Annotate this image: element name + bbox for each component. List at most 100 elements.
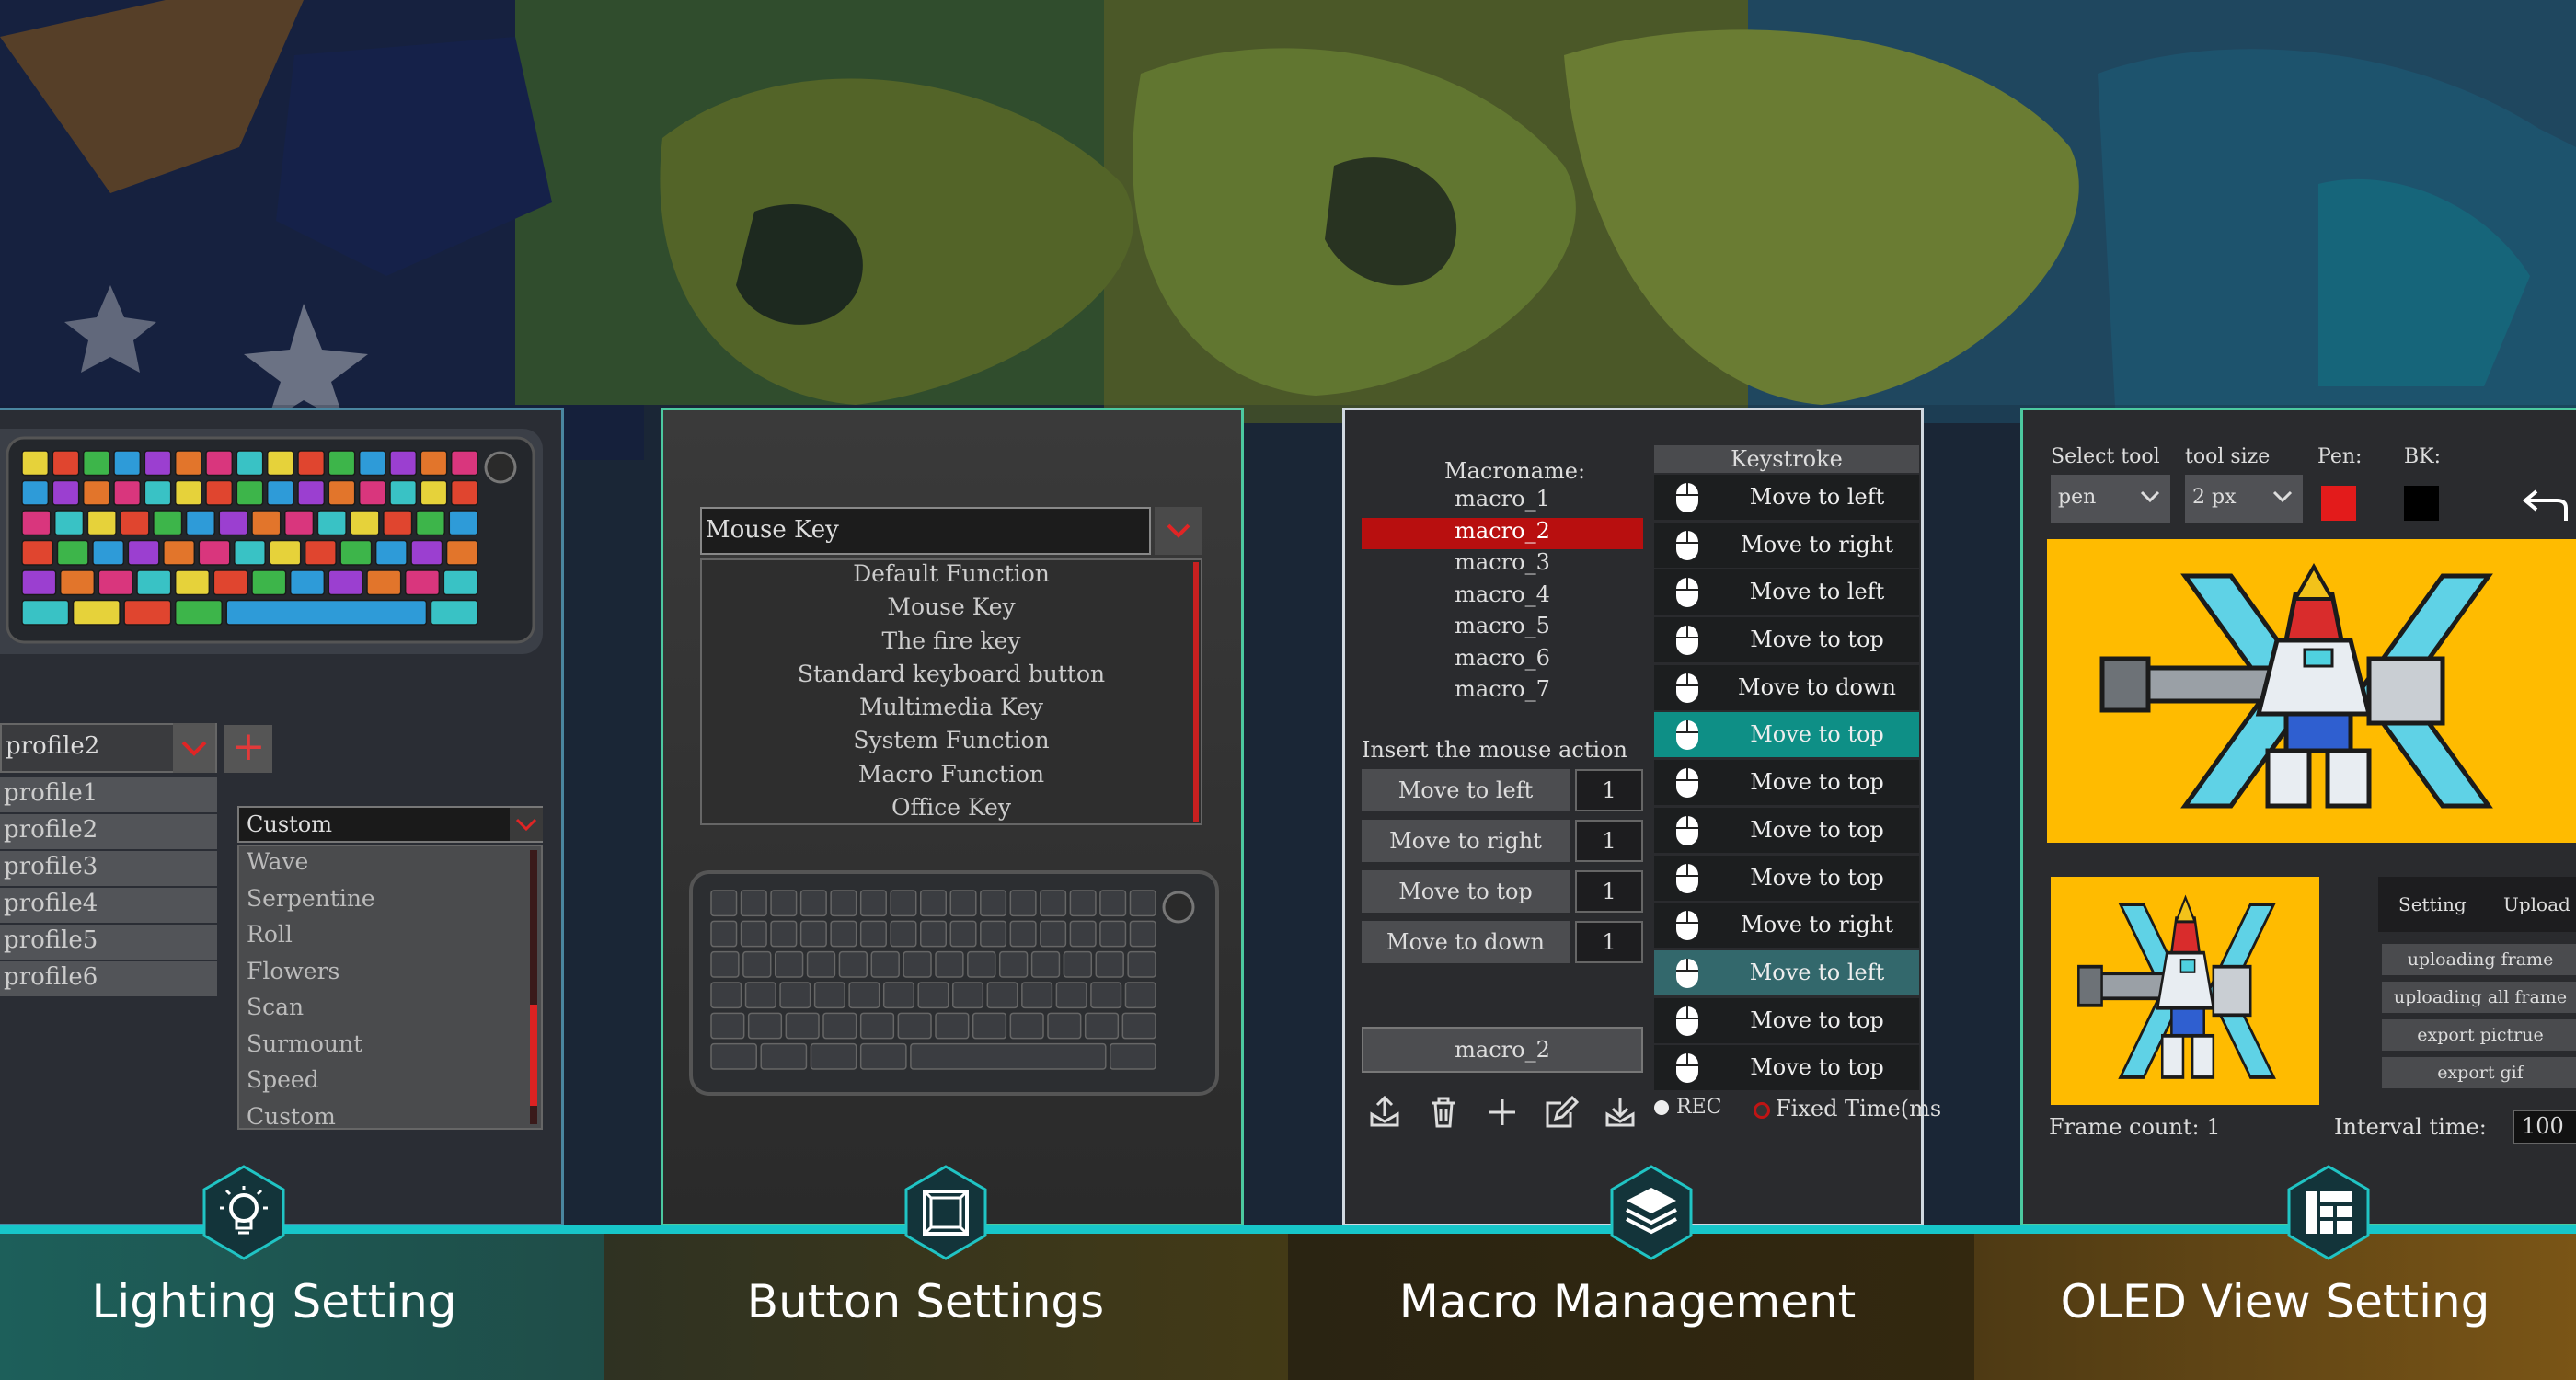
tool-size-select[interactable]: 2 px: [2185, 475, 2303, 523]
keystroke-label: Move to top: [1750, 627, 1884, 653]
keystroke-item[interactable]: Move to left: [1654, 475, 1919, 520]
mouse-action-button[interactable]: Move to down: [1362, 921, 1570, 963]
macro-item-selected[interactable]: macro_2: [1362, 517, 1643, 549]
macro-item[interactable]: macro_6: [1362, 645, 1643, 677]
uploading-all-frame-button[interactable]: uploading all frame: [2382, 982, 2576, 1013]
key-function-item[interactable]: The fire key: [702, 627, 1201, 661]
effect-item[interactable]: Scan: [239, 992, 541, 1029]
keystroke-item[interactable]: Move to top: [1654, 760, 1919, 806]
macro-name-input[interactable]: macro_2: [1362, 1027, 1643, 1073]
keystroke-item[interactable]: Move to top: [1654, 997, 1919, 1043]
oled-canvas[interactable]: [2047, 539, 2576, 843]
pen-color-swatch[interactable]: [2321, 486, 2356, 521]
mouse-action-button[interactable]: Move to right: [1362, 820, 1570, 862]
mouse-icon: [1676, 578, 1698, 608]
keystroke-item[interactable]: Move to top: [1654, 712, 1919, 758]
keystroke-item[interactable]: Move to left: [1654, 949, 1919, 995]
keystroke-item[interactable]: Move to top: [1654, 807, 1919, 853]
keystroke-item[interactable]: Move to right: [1654, 903, 1919, 949]
effect-item[interactable]: Flowers: [239, 956, 541, 993]
key-function-item[interactable]: Macro Function: [702, 761, 1201, 794]
mouse-icon: [1676, 626, 1698, 656]
profile-item[interactable]: profile6: [0, 961, 217, 996]
macro-item[interactable]: macro_7: [1362, 676, 1643, 708]
edit-macro-button[interactable]: [1538, 1089, 1584, 1135]
key-function-item[interactable]: Default Function: [702, 560, 1201, 593]
effect-item[interactable]: Roll: [239, 919, 541, 956]
fixed-time-radio[interactable]: Fixed Time(ms: [1754, 1096, 1941, 1121]
effect-scrollbar-thumb[interactable]: [530, 1005, 537, 1106]
macro-toolbar: [1362, 1089, 1643, 1135]
profile-dropdown-arrow[interactable]: [173, 723, 215, 773]
macro-item[interactable]: macro_3: [1362, 549, 1643, 581]
oled-frame-preview[interactable]: [2051, 877, 2319, 1105]
key-function-scrollbar[interactable]: [1193, 562, 1199, 822]
profile-item[interactable]: profile3: [0, 851, 217, 886]
effect-item[interactable]: Surmount: [239, 1029, 541, 1065]
export-gif-button[interactable]: export gif: [2382, 1057, 2576, 1088]
tab-lighting-setting[interactable]: Lighting Setting: [0, 1234, 604, 1380]
delete-macro-button[interactable]: [1420, 1089, 1466, 1135]
dashboard-layout-icon: [2287, 1165, 2370, 1260]
profile-item[interactable]: profile2: [0, 814, 217, 849]
keystroke-label: Move to top: [1750, 769, 1884, 796]
export-picture-button[interactable]: export pictrue: [2382, 1019, 2576, 1051]
interval-time-input[interactable]: 100: [2513, 1110, 2576, 1144]
mouse-action-count-input[interactable]: 1: [1575, 921, 1643, 963]
rgb-keyboard-preview: [0, 429, 543, 654]
effect-item[interactable]: Speed: [239, 1064, 541, 1101]
rec-radio[interactable]: REC: [1654, 1096, 1721, 1119]
key-function-dropdown-arrow[interactable]: [1155, 507, 1202, 555]
profile-item[interactable]: profile4: [0, 888, 217, 923]
undo-button[interactable]: [2520, 489, 2570, 530]
uploading-frame-button[interactable]: uploading frame: [2382, 944, 2576, 975]
bk-color-swatch[interactable]: [2404, 486, 2439, 521]
macro-list: macro_1 macro_2 macro_3 macro_4 macro_5 …: [1362, 486, 1643, 708]
tab-oled-view-setting[interactable]: OLED View Setting: [1974, 1234, 2576, 1380]
keystroke-label: Move to right: [1741, 912, 1893, 938]
tool-select[interactable]: pen: [2051, 475, 2170, 523]
macro-item[interactable]: macro_5: [1362, 613, 1643, 645]
keystroke-item[interactable]: Move to top: [1654, 1045, 1919, 1091]
keystroke-item[interactable]: Move to top: [1654, 855, 1919, 901]
key-function-item[interactable]: Multimedia Key: [702, 694, 1201, 727]
macro-item[interactable]: macro_4: [1362, 581, 1643, 614]
mouse-action-count-input[interactable]: 1: [1575, 870, 1643, 913]
profile-item[interactable]: profile5: [0, 925, 217, 960]
import-macro-button[interactable]: [1597, 1089, 1643, 1135]
key-function-item[interactable]: System Function: [702, 727, 1201, 760]
effect-item[interactable]: Custom: [239, 1101, 541, 1138]
lightbulb-icon: [202, 1165, 285, 1260]
mouse-action-row: Move to right 1: [1362, 820, 1643, 862]
keystroke-item[interactable]: Move to down: [1654, 664, 1919, 710]
macro-item[interactable]: macro_1: [1362, 486, 1643, 518]
mouse-action-count-input[interactable]: 1: [1575, 769, 1643, 811]
effect-item[interactable]: Serpentine: [239, 883, 541, 920]
effect-dropdown-arrow[interactable]: [510, 808, 543, 841]
keystroke-label: Move to top: [1750, 721, 1884, 748]
setting-tab[interactable]: Setting: [2398, 893, 2467, 915]
key-function-item[interactable]: Office Key: [702, 794, 1201, 827]
keystroke-item[interactable]: Move to right: [1654, 522, 1919, 568]
mouse-action-button[interactable]: Move to left: [1362, 769, 1570, 811]
key-function-item[interactable]: Mouse Key: [702, 593, 1201, 627]
keystroke-label: Move to right: [1741, 531, 1893, 558]
key-function-item[interactable]: Standard keyboard button: [702, 661, 1201, 694]
effect-item[interactable]: Wave: [239, 846, 541, 883]
upload-tab[interactable]: Upload: [2503, 893, 2570, 915]
mouse-icon: [1676, 863, 1698, 893]
add-macro-button[interactable]: [1479, 1089, 1525, 1135]
mouse-action-count-input[interactable]: 1: [1575, 820, 1643, 862]
keystroke-item[interactable]: Move to left: [1654, 569, 1919, 615]
key-function-select[interactable]: Mouse Key: [700, 507, 1151, 555]
mouse-icon: [1676, 911, 1698, 941]
profile-item[interactable]: profile1: [0, 777, 217, 812]
keystroke-list: Move to left Move to right Move to left Mov…: [1654, 475, 1919, 1093]
tool-size-label: tool size: [2185, 445, 2271, 468]
keystroke-item[interactable]: Move to top: [1654, 617, 1919, 663]
export-macro-button[interactable]: [1362, 1089, 1408, 1135]
add-profile-button[interactable]: +: [224, 725, 272, 773]
lighting-effect-select[interactable]: Custom: [237, 806, 543, 843]
key-function-list: Default Function Mouse Key The fire key …: [700, 558, 1202, 825]
mouse-action-button[interactable]: Move to top: [1362, 870, 1570, 913]
